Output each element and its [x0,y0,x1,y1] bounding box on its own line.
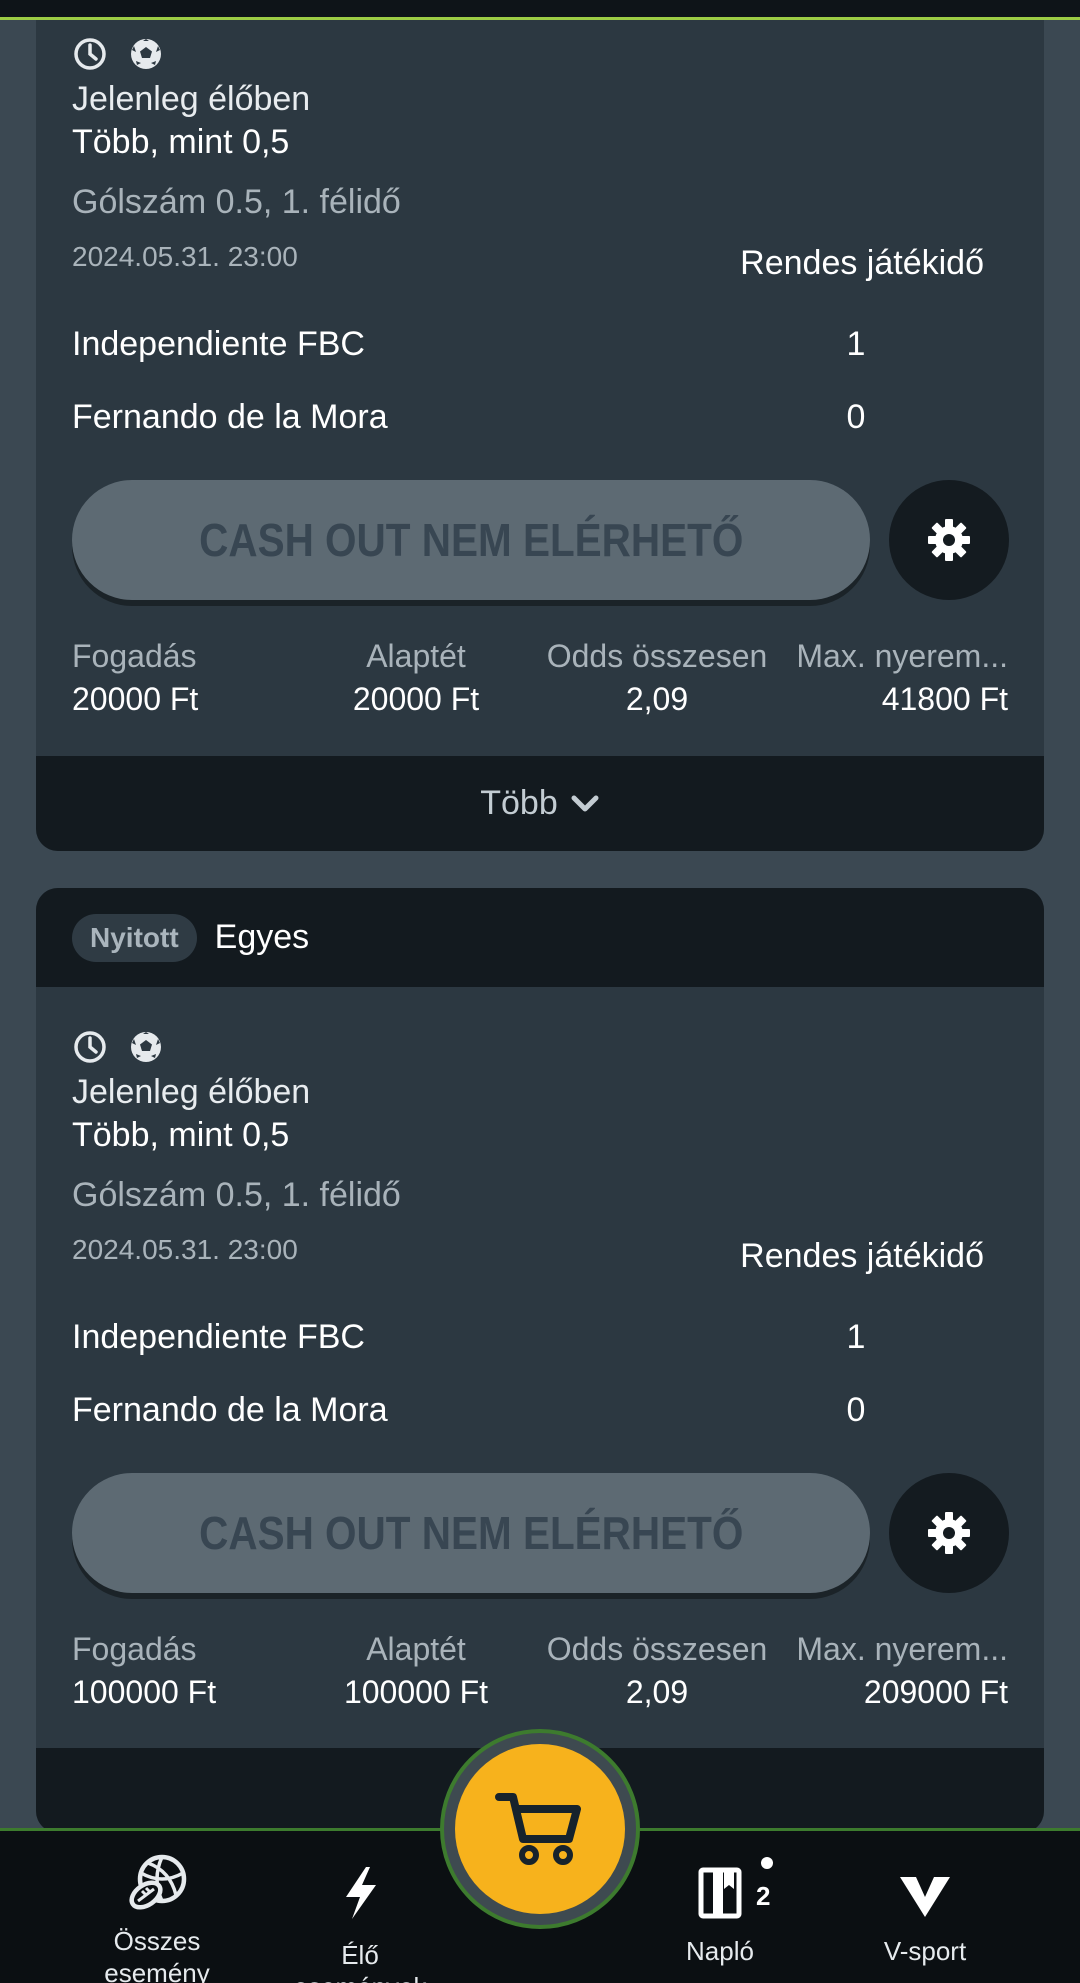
bet-icons [72,1029,164,1065]
stake-stat: Fogadás 100000 Ft [72,1631,216,1711]
odds-label: Odds összesen [546,1631,768,1667]
gear-icon [928,519,970,561]
stake-value: 20000 Ft [72,681,199,717]
betslip-cart-button[interactable] [455,1744,625,1914]
status-bar [0,0,1080,20]
max-label: Max. nyerem... [796,1631,1008,1667]
nav-all-events-label: Összes esemény [104,1926,210,1983]
nav-live-events-label: Élő események [294,1940,427,1983]
bet-type-label: Egyes [214,918,310,956]
period-text: Rendes játékidő [740,1237,984,1275]
sports-balls-icon [129,1854,187,1910]
score-home: 1 [846,1318,866,1356]
nav-live-events[interactable]: Élő események [280,1865,440,1983]
odds-value: 2,09 [625,681,689,717]
score-home: 1 [846,325,866,363]
bet-history-page: Jelenleg élőben Több, mint 0,5 Gólszám 0… [0,0,1080,1983]
bet-icons [72,36,164,72]
status-badge: Nyitott [72,913,197,962]
cashout-settings-button[interactable] [889,1473,1009,1593]
gear-icon [928,1512,970,1554]
cart-icon [495,1793,581,1865]
event-time: 23:00 [227,1234,298,1265]
score-away: 0 [846,1391,866,1429]
period-text: Rendes játékidő [740,244,984,282]
market-text: Gólszám 0.5, 1. félidő [72,183,401,221]
event-date: 2024.05.31. [72,1234,220,1265]
cashout-settings-button[interactable] [889,480,1009,600]
nav-all-events[interactable]: Összes esemény [82,1851,232,1983]
max-win-stat: Max. nyerem... 209000 Ft [796,1631,1008,1711]
lightning-icon [346,1867,376,1919]
log-count: 2 [756,1881,771,1911]
more-label: Több [480,784,558,822]
soccer-ball-icon [131,39,161,69]
cashout-label: CASH OUT NEM ELÉRHETŐ [198,1507,744,1559]
base-value: 100000 Ft [343,1674,489,1710]
cashout-button[interactable]: CASH OUT NEM ELÉRHETŐ [72,480,870,600]
selection-text: Több, mint 0,5 [72,123,290,161]
base-label: Alaptét [366,638,466,674]
base-stake-stat: Alaptét 100000 Ft [306,1631,526,1711]
live-status-text: Jelenleg élőben [72,1073,311,1111]
odds-value: 2,09 [625,1674,689,1710]
cashout-button[interactable]: CASH OUT NEM ELÉRHETŐ [72,1473,870,1593]
max-value: 41800 Ft [881,681,1008,717]
event-datetime: 2024.05.31. 23:00 [72,241,298,273]
soccer-ball-icon [131,1032,161,1062]
odds-label: Odds összesen [546,638,768,674]
nav-log[interactable]: Napló [680,1867,760,1967]
selection-text: Több, mint 0,5 [72,1116,290,1154]
notification-dot [761,1857,773,1869]
chevron-down-icon [571,795,599,811]
cashout-label: CASH OUT NEM ELÉRHETŐ [198,514,744,566]
nav-vsport[interactable]: V-sport [870,1875,980,1967]
bet-card-header: Nyitott Egyes [36,888,1044,987]
stake-value: 100000 Ft [72,1674,217,1710]
team-away: Fernando de la Mora [72,398,388,436]
base-stake-stat: Alaptét 20000 Ft [306,638,526,718]
event-time: 23:00 [227,241,298,272]
nav-log-label: Napló [686,1936,754,1966]
event-date: 2024.05.31. [72,241,220,272]
stake-label: Fogadás [72,638,197,674]
more-toggle[interactable]: Több [36,756,1044,851]
total-odds-stat: Odds összesen 2,09 [542,638,772,718]
v-logo-icon [900,1877,950,1917]
book-icon [698,1867,742,1919]
team-home: Independiente FBC [72,325,365,363]
event-datetime: 2024.05.31. 23:00 [72,1234,298,1266]
base-label: Alaptét [366,1631,466,1667]
team-away: Fernando de la Mora [72,1391,388,1429]
bet-card: Jelenleg élőben Több, mint 0,5 Gólszám 0… [36,0,1044,851]
team-home: Independiente FBC [72,1318,365,1356]
max-label: Max. nyerem... [796,638,1008,674]
max-value: 209000 Ft [863,1674,1008,1710]
score-away: 0 [846,398,866,436]
total-odds-stat: Odds összesen 2,09 [542,1631,772,1711]
market-text: Gólszám 0.5, 1. félidő [72,1176,401,1214]
stake-stat: Fogadás 20000 Ft [72,638,198,718]
stake-label: Fogadás [72,1631,197,1667]
live-status-text: Jelenleg élőben [72,80,311,118]
clock-icon [74,38,106,70]
base-value: 20000 Ft [352,681,480,717]
nav-vsport-label: V-sport [883,1936,967,1966]
max-win-stat: Max. nyerem... 41800 Ft [796,638,1008,718]
bet-card: Nyitott Egyes Jelenleg élőben Több, mint… [36,888,1044,1833]
clock-icon [74,1031,106,1063]
